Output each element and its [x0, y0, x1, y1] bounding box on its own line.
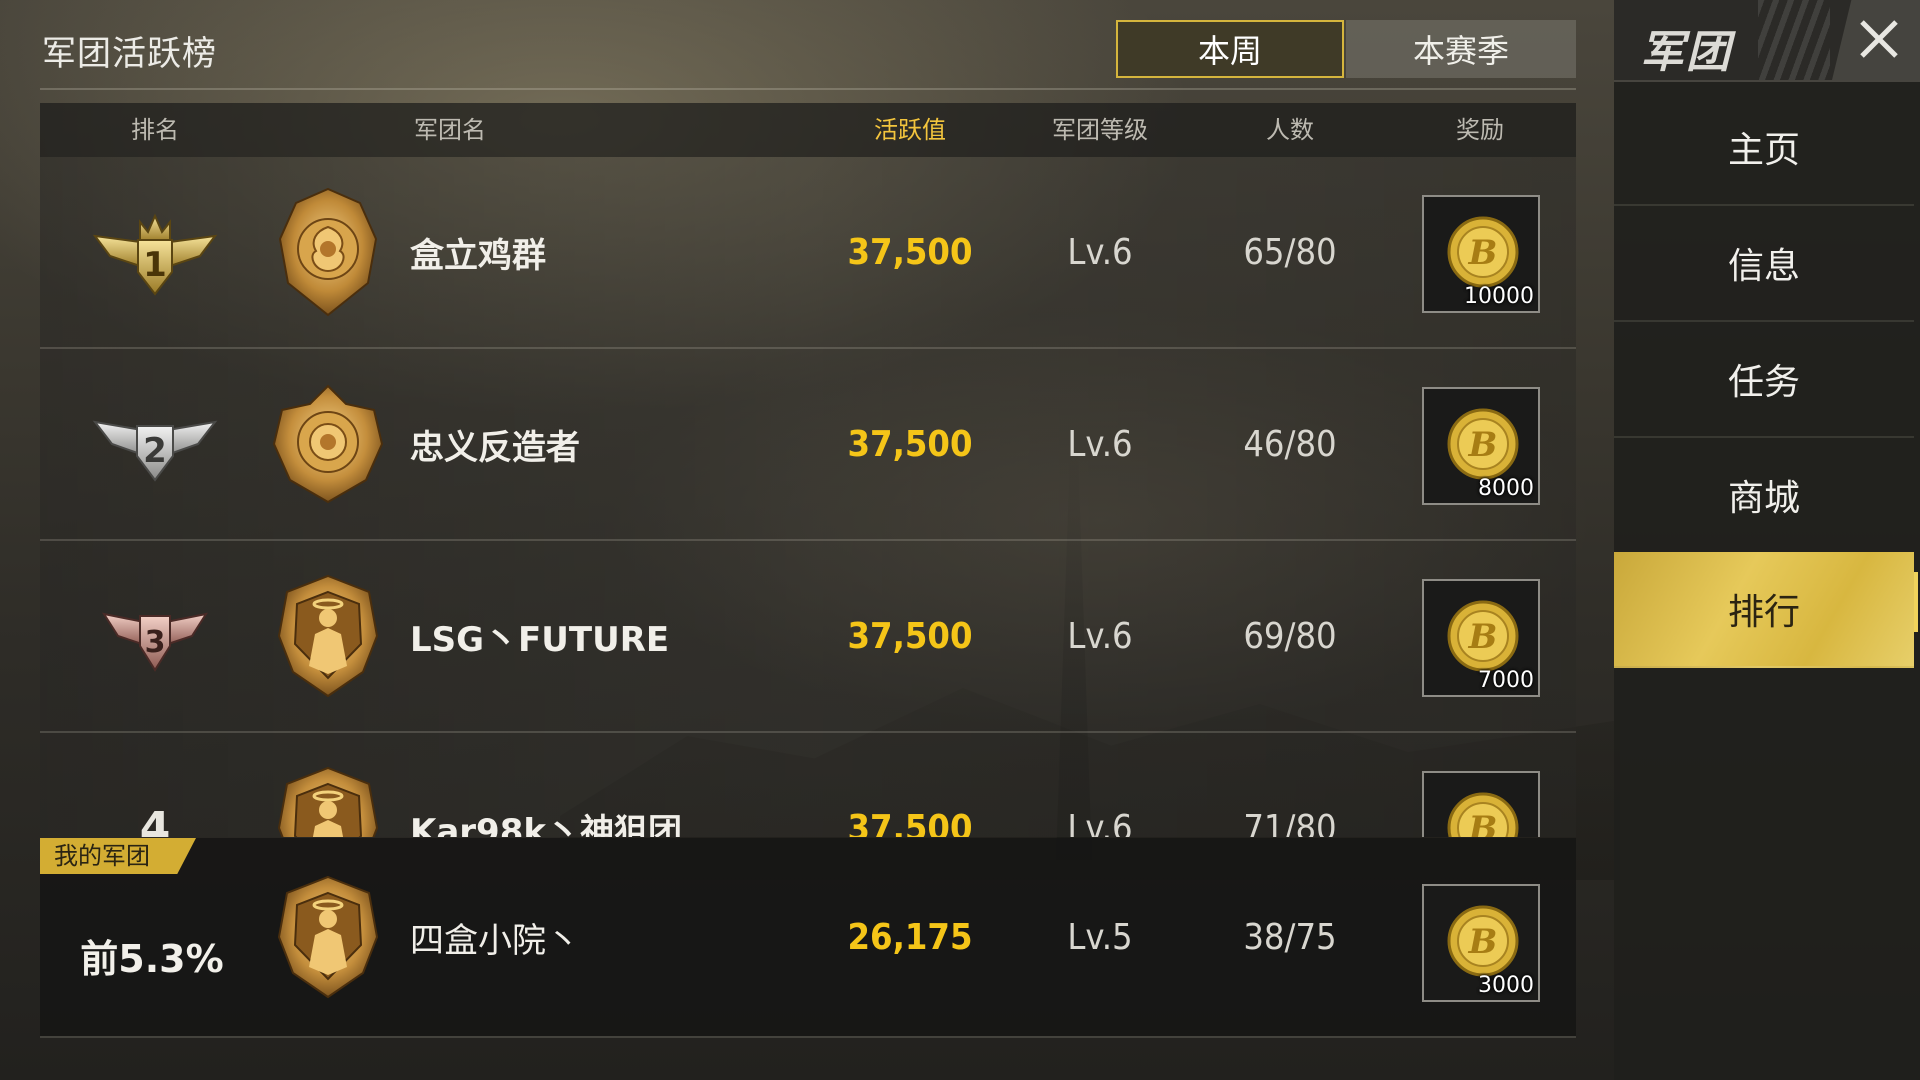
legion-name: LSG丶FUTURE [410, 619, 670, 660]
coin-icon: B [1447, 600, 1519, 672]
rank-2-badge-icon: 2 [80, 349, 230, 539]
reward-amount: 10000 [1464, 284, 1534, 309]
sidebar-header: 军团 [1614, 0, 1920, 82]
column-members: 人数 [1266, 116, 1314, 144]
coin-icon: B [1447, 408, 1519, 480]
my-legion-row[interactable]: 我的军团 前5.3% 四盒小院丶 26,175 Lv.5 38/75 B 300… [40, 838, 1576, 1038]
svg-text:B: B [1468, 233, 1498, 273]
angel-emblem-icon [268, 838, 388, 1036]
title-divider [40, 88, 1576, 90]
legion-name: 盒立鸡群 [410, 235, 546, 276]
reward-box[interactable]: B 10000 [1422, 195, 1540, 313]
my-legion-percentile: 前5.3% [80, 936, 224, 981]
rank-1-badge-icon: 1 [80, 157, 230, 347]
coin-icon: B [1447, 792, 1519, 837]
rank-number: 4 [139, 802, 171, 838]
reward-box[interactable]: B [1422, 771, 1540, 837]
tab-this-season[interactable]: 本赛季 [1346, 20, 1576, 78]
sidebar-item-tasks[interactable]: 任务 [1614, 322, 1914, 438]
activity-value: 37,500 [847, 615, 973, 657]
close-button[interactable] [1832, 0, 1920, 80]
coin-icon: B [1447, 216, 1519, 288]
legion-level: Lv.6 [1067, 615, 1133, 657]
svg-text:B: B [1468, 617, 1498, 657]
reward-amount: 3000 [1478, 973, 1534, 998]
member-count: 69/80 [1243, 615, 1337, 657]
sidebar: 军团 主页 信息 任务 商城 排行 [1614, 0, 1920, 1080]
table-row[interactable]: 2 忠义反造者 37,500 Lv.6 46/80 B 8000 [40, 349, 1576, 541]
activity-value: 37,500 [847, 231, 973, 273]
reward-box[interactable]: B 8000 [1422, 387, 1540, 505]
my-legion-tag: 我的军团 [40, 838, 196, 874]
reward-box[interactable]: B 3000 [1422, 884, 1540, 1002]
table-row[interactable]: 3 LSG丶FUTURE 37,500 Lv.6 69/80 B 7000 [40, 541, 1576, 733]
svg-text:3: 3 [145, 625, 166, 660]
activity-value: 37,500 [847, 807, 973, 838]
legion-name: 忠义反造者 [410, 427, 580, 468]
my-member-count: 38/75 [1243, 916, 1337, 958]
table-row[interactable]: 4 Kar98k丶神狙团 37,500 Lv.6 71/80 B [40, 733, 1576, 837]
my-legion-name: 四盒小院丶 [410, 920, 580, 961]
active-indicator [1914, 572, 1918, 632]
column-rank: 排名 [131, 116, 179, 144]
rose-emblem-icon [268, 157, 388, 347]
reward-amount: 8000 [1478, 476, 1534, 501]
sidebar-item-info[interactable]: 信息 [1614, 206, 1914, 322]
close-icon [1860, 20, 1898, 58]
reward-box[interactable]: B 7000 [1422, 579, 1540, 697]
angel-emblem-icon [268, 541, 388, 731]
column-level: 军团等级 [1052, 116, 1148, 144]
column-name: 军团名 [414, 116, 486, 144]
sidebar-item-ranking[interactable]: 排行 [1614, 552, 1914, 668]
table-row[interactable]: 1 盒立鸡群 37,500 Lv.6 65/80 B 10000 [40, 157, 1576, 349]
coin-icon: B [1447, 905, 1519, 977]
shield-emblem-icon [268, 349, 388, 539]
rank-3-badge-icon: 3 [80, 541, 230, 731]
member-count: 46/80 [1243, 423, 1337, 465]
my-activity-value: 26,175 [847, 916, 973, 958]
svg-text:B: B [1468, 922, 1498, 962]
svg-text:B: B [1468, 809, 1498, 837]
angel-emblem-icon [268, 733, 388, 837]
column-activity[interactable]: 活跃值 [830, 103, 990, 157]
sidebar-title: 军团 [1640, 27, 1732, 78]
sidebar-item-home[interactable]: 主页 [1614, 90, 1914, 206]
svg-text:B: B [1468, 425, 1498, 465]
sidebar-item-shop[interactable]: 商城 [1614, 438, 1914, 554]
member-count: 71/80 [1243, 807, 1337, 838]
legion-name: Kar98k丶神狙团 [410, 811, 682, 838]
reward-amount: 7000 [1478, 668, 1534, 693]
legion-level: Lv.6 [1067, 807, 1133, 838]
legion-level: Lv.6 [1067, 231, 1133, 273]
svg-text:2: 2 [143, 431, 167, 471]
my-legion-level: Lv.5 [1067, 916, 1133, 958]
page-title: 军团活跃榜 [42, 34, 217, 74]
legion-level: Lv.6 [1067, 423, 1133, 465]
leaderboard-list[interactable]: 1 盒立鸡群 37,500 Lv.6 65/80 B 10000 2 忠义反造者… [0, 157, 1600, 837]
column-reward: 奖励 [1456, 116, 1504, 144]
activity-value: 37,500 [847, 423, 973, 465]
table-header: 排名 军团名 活跃值 军团等级 人数 奖励 [40, 103, 1576, 157]
svg-text:1: 1 [143, 245, 167, 285]
tab-this-week[interactable]: 本周 [1116, 20, 1344, 78]
decorative-stripes [1758, 0, 1830, 80]
member-count: 65/80 [1243, 231, 1337, 273]
